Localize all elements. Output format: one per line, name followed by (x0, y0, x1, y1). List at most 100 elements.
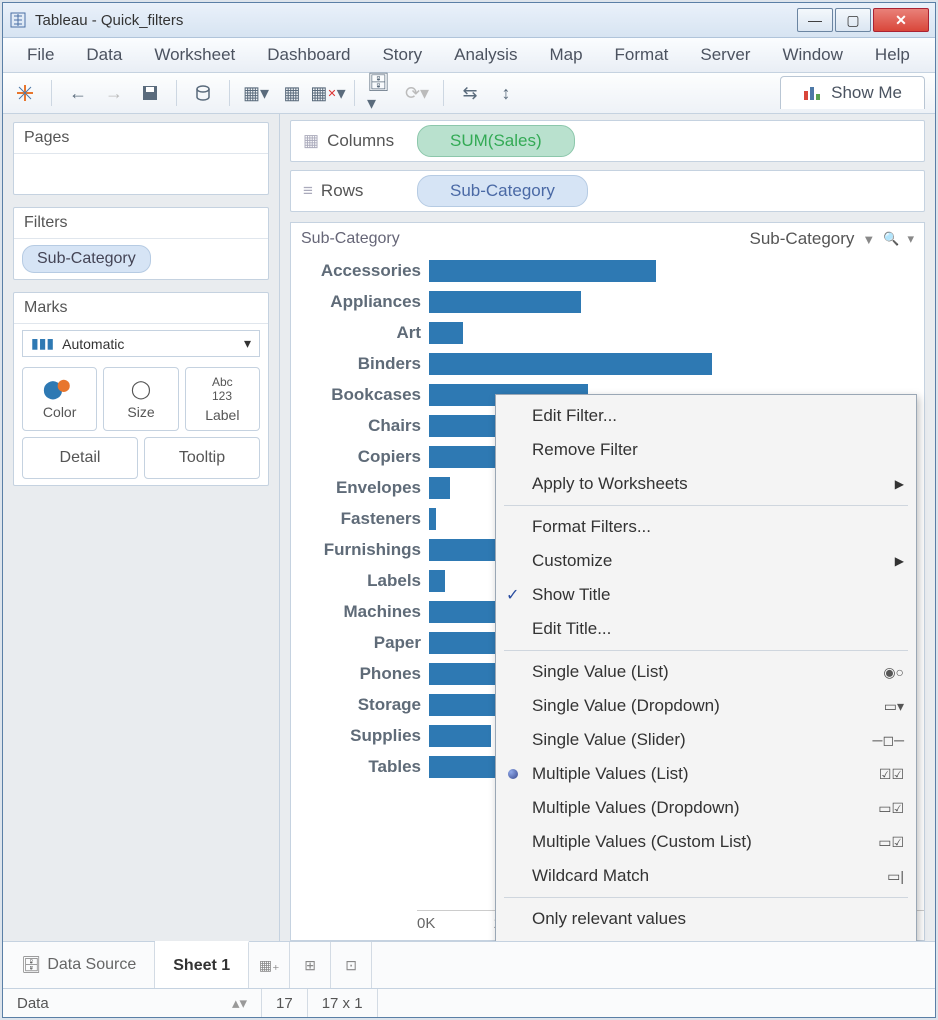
tab-data-source[interactable]: 🗄Data Source (3, 942, 155, 988)
forward-button[interactable]: → (100, 79, 128, 107)
new-dashboard-button[interactable]: ⊞ (290, 942, 331, 988)
menu-window[interactable]: Window (768, 41, 856, 69)
submenu-arrow-icon: ▶ (895, 477, 904, 491)
refresh-button[interactable]: ⟳▾ (403, 79, 431, 107)
filter-pill-subcategory[interactable]: Sub-Category (22, 245, 151, 273)
ctx-customize[interactable]: Customize▶ (496, 544, 916, 578)
tab-sheet1[interactable]: Sheet 1 (155, 941, 249, 988)
swap-button[interactable]: ⇆ (456, 79, 484, 107)
submenu-arrow-icon: ▶ (895, 554, 904, 568)
marks-tooltip-button[interactable]: Tooltip (144, 437, 260, 479)
minimize-button[interactable]: — (797, 8, 833, 32)
pages-title: Pages (14, 123, 268, 154)
back-button[interactable]: ← (64, 79, 92, 107)
dropdown-ind-icon: ▭▾ (884, 698, 904, 715)
datasource-button[interactable] (189, 79, 217, 107)
ctx-show-title[interactable]: ✓Show Title (496, 578, 916, 612)
ctx-apply-worksheets[interactable]: Apply to Worksheets▶ (496, 467, 916, 501)
ctx-wildcard[interactable]: Wildcard Match▭| (496, 859, 916, 893)
ctx-multi-list[interactable]: Multiple Values (List)☑☑ (496, 757, 916, 791)
new-story-button[interactable]: ⊡ (331, 942, 372, 988)
bar-fill[interactable] (429, 260, 656, 282)
funnel-icon[interactable]: ▼ (862, 232, 875, 247)
bar-fill[interactable] (429, 353, 712, 375)
checklist-icon: ☑☑ (879, 766, 904, 783)
menu-dashboard[interactable]: Dashboard (253, 41, 364, 69)
menu-analysis[interactable]: Analysis (440, 41, 531, 69)
bar-row: Accessories (303, 255, 912, 286)
columns-pill-sales[interactable]: SUM(Sales) (417, 125, 575, 157)
bar-fill[interactable] (429, 291, 581, 313)
side-panel: Pages Filters Sub-Category Marks ▮▮▮ Aut… (3, 114, 280, 941)
search-icon[interactable]: 🔍 (883, 231, 899, 247)
bar-fill[interactable] (429, 477, 450, 499)
bar-fill[interactable] (429, 570, 445, 592)
show-me-label: Show Me (831, 83, 902, 103)
chevron-down-icon[interactable]: ▾ (244, 335, 251, 352)
duplicate-button[interactable]: ▦ (278, 79, 306, 107)
ctx-only-relevant[interactable]: Only relevant values (496, 902, 916, 936)
marks-mode-label[interactable]: Automatic (62, 336, 236, 352)
bar-fill[interactable] (429, 725, 491, 747)
marks-color-button[interactable]: ⬤⬤Color (22, 367, 97, 431)
clear-button[interactable]: ▦✕▾ (314, 79, 342, 107)
connect-button[interactable]: 🗄▾ (367, 79, 395, 107)
cylinder-icon: 🗄 (21, 955, 41, 975)
menu-data[interactable]: Data (72, 41, 136, 69)
rows-shelf[interactable]: ≡Rows Sub-Category (290, 170, 925, 212)
size-icon: ◯ (131, 379, 151, 400)
ctx-multi-dropdown[interactable]: Multiple Values (Dropdown)▭☑ (496, 791, 916, 825)
main-panel: ▦Columns SUM(Sales) ≡Rows Sub-Category S… (280, 114, 935, 941)
maximize-button[interactable]: ▢ (835, 8, 871, 32)
slider-icon: ─◻─ (873, 732, 904, 749)
menu-help[interactable]: Help (861, 41, 924, 69)
color-icon: ⬤⬤ (43, 379, 77, 400)
menubar: File Data Worksheet Dashboard Story Anal… (3, 38, 935, 73)
ctx-edit-filter[interactable]: Edit Filter... (496, 399, 916, 433)
marks-size-button[interactable]: ◯Size (103, 367, 178, 431)
quick-filter-title[interactable]: Sub-Category ▼ 🔍 ▾ (750, 229, 914, 249)
ctx-edit-title[interactable]: Edit Title... (496, 612, 916, 646)
close-button[interactable]: ✕ (873, 8, 929, 32)
ctx-format-filters[interactable]: Format Filters... (496, 510, 916, 544)
menu-file[interactable]: File (13, 41, 68, 69)
menu-worksheet[interactable]: Worksheet (140, 41, 249, 69)
menu-map[interactable]: Map (535, 41, 596, 69)
bar-label: Accessories (303, 261, 429, 281)
ctx-single-slider[interactable]: Single Value (Slider)─◻─ (496, 723, 916, 757)
bar-row: Appliances (303, 286, 912, 317)
columns-shelf[interactable]: ▦Columns SUM(Sales) (290, 120, 925, 162)
ctx-all-values[interactable]: All values in database (496, 936, 916, 941)
menu-server[interactable]: Server (686, 41, 764, 69)
marks-title: Marks (14, 293, 268, 324)
logo-icon[interactable] (11, 79, 39, 107)
customlist-icon: ▭☑ (878, 834, 904, 851)
ctx-remove-filter[interactable]: Remove Filter (496, 433, 916, 467)
bar-label: Bookcases (303, 385, 429, 405)
sort-toggle-icon[interactable]: ▴▾ (232, 994, 247, 1012)
bar-label: Machines (303, 602, 429, 622)
bar-label: Supplies (303, 726, 429, 746)
menu-format[interactable]: Format (601, 41, 683, 69)
save-button[interactable] (136, 79, 164, 107)
bars-icon: ▮▮▮ (31, 335, 54, 352)
ctx-multi-custom[interactable]: Multiple Values (Custom List)▭☑ (496, 825, 916, 859)
new-sheet-button[interactable]: ▦▾ (242, 79, 270, 107)
dropdown-icon[interactable]: ▾ (907, 231, 914, 247)
bar-label: Labels (303, 571, 429, 591)
menu-story[interactable]: Story (368, 41, 436, 69)
sort-button[interactable]: ↕ (492, 79, 520, 107)
bar-fill[interactable] (429, 508, 436, 530)
bar-label: Appliances (303, 292, 429, 312)
bar-label: Storage (303, 695, 429, 715)
ctx-single-list[interactable]: Single Value (List)◉○ (496, 655, 916, 689)
bar-fill[interactable] (429, 322, 463, 344)
marks-label-button[interactable]: Abc123Label (185, 367, 260, 431)
show-me-button[interactable]: Show Me (780, 76, 925, 109)
marks-detail-button[interactable]: Detail (22, 437, 138, 479)
filters-card: Filters Sub-Category (13, 207, 269, 280)
ctx-single-dropdown[interactable]: Single Value (Dropdown)▭▾ (496, 689, 916, 723)
bar-label: Copiers (303, 447, 429, 467)
new-worksheet-button[interactable]: ▦₊ (249, 942, 290, 988)
rows-pill-subcategory[interactable]: Sub-Category (417, 175, 588, 207)
